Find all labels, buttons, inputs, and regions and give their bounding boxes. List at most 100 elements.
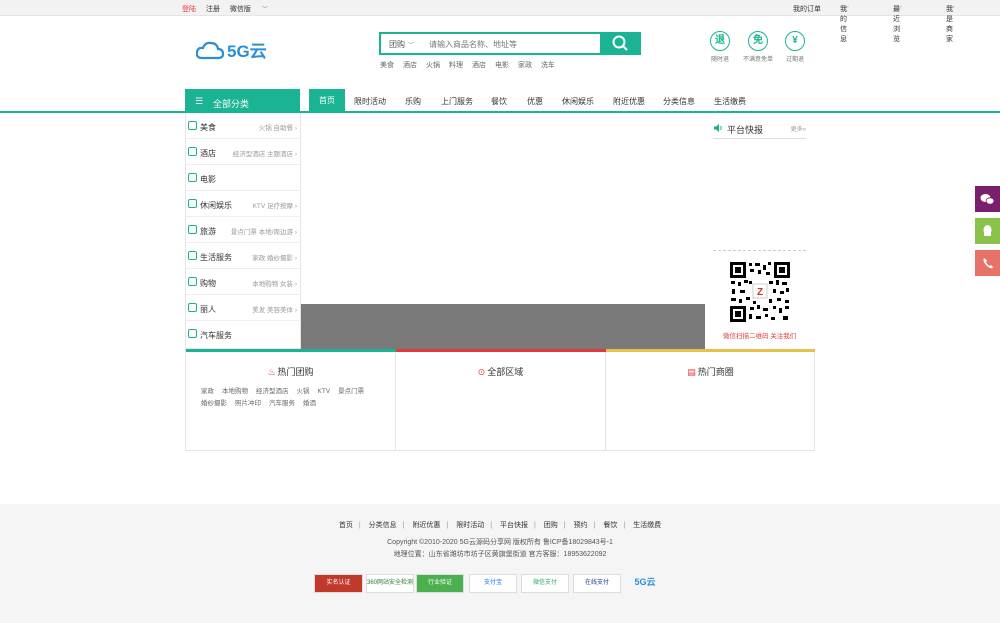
- car-icon: [188, 329, 197, 338]
- category-name: 汽车服务: [200, 331, 232, 340]
- phone-side-button[interactable]: [975, 250, 1000, 276]
- category-sub[interactable]: 经济型酒店 主题酒店 ›: [233, 148, 297, 158]
- tag-item[interactable]: 照片冲印: [235, 398, 261, 410]
- search-input[interactable]: 请输入商品名称、地址等: [429, 39, 517, 50]
- login-link[interactable]: 登陆: [182, 4, 196, 14]
- footer-link[interactable]: 团购: [544, 520, 558, 530]
- footer-link[interactable]: 餐饮: [603, 520, 617, 530]
- hot-groupbuy-box: ♨ 热门团购 家政 本地购物 经济型酒店 火锅 KTV 景点门票 婚纱摄影 照片冲印 汽车服务婚…: [186, 349, 396, 451]
- category-item[interactable]: 购物 本地购物 女装 ›: [186, 269, 301, 295]
- hot-search-item[interactable]: 电影: [495, 60, 509, 70]
- beauty-icon: [188, 303, 197, 312]
- category-sub[interactable]: 火锅 自助餐 ›: [259, 122, 297, 132]
- footer-link[interactable]: 预约: [574, 520, 588, 530]
- tag-item[interactable]: 家政: [201, 386, 214, 398]
- category-name: 旅游: [200, 227, 216, 236]
- register-link[interactable]: 注册: [206, 4, 220, 14]
- category-item[interactable]: 生活服务 家政 婚纱摄影 ›: [186, 243, 301, 269]
- category-item[interactable]: 休闲娱乐 KTV 足疗按摩 ›: [186, 191, 301, 217]
- tag-item[interactable]: 婚纱摄影: [201, 398, 227, 410]
- badge-wechatpay[interactable]: 微信支付: [521, 574, 569, 593]
- hot-search-item[interactable]: 酒店: [472, 60, 486, 70]
- hot-search-item[interactable]: 美食: [380, 60, 394, 70]
- badge-realname[interactable]: 实名认证: [314, 574, 363, 593]
- tag-item[interactable]: KTV: [318, 386, 331, 398]
- tag-item[interactable]: 汽车服务: [269, 398, 295, 410]
- category-sub[interactable]: KTV 足疗按摩 ›: [253, 200, 297, 210]
- nav-item[interactable]: 生活缴费: [714, 96, 746, 107]
- banner-image[interactable]: [301, 304, 705, 349]
- nav-item[interactable]: 上门服务: [441, 96, 473, 107]
- footer-link[interactable]: 附近优惠: [412, 520, 440, 530]
- wechat-version-link[interactable]: 微信版 ﹀: [230, 4, 276, 14]
- nav-item[interactable]: 附近优惠: [613, 96, 645, 107]
- svg-text:5G云: 5G云: [227, 42, 267, 61]
- footer-link[interactable]: 分类信息: [369, 520, 397, 530]
- tag-item[interactable]: 景点门票: [338, 386, 364, 398]
- hot-search-item[interactable]: 火锅: [426, 60, 440, 70]
- badge-unionpay[interactable]: 在线支付: [573, 574, 621, 593]
- box-accent-bar: [396, 349, 606, 352]
- svg-text:Z: Z: [757, 287, 763, 298]
- guarantee-label: 不满意免单: [742, 57, 773, 63]
- category-item[interactable]: 汽车服务: [186, 321, 301, 347]
- search-button[interactable]: [600, 32, 641, 55]
- search-type-select[interactable]: 团购 ﹀: [389, 39, 414, 50]
- my-orders-link[interactable]: 我的订单: [793, 4, 821, 14]
- tag-item[interactable]: 火锅: [297, 386, 310, 398]
- badge-5g-logo[interactable]: 5G云: [625, 574, 665, 593]
- guarantee-refund-anytime: 退 随时退: [700, 31, 740, 63]
- service-icon: [188, 251, 197, 260]
- yuan-icon: ¥: [785, 31, 805, 51]
- category-item[interactable]: 旅游 景点门票 本地/周边游 ›: [186, 217, 301, 243]
- category-list: 美食 火锅 自助餐 › 酒店 经济型酒店 主题酒店 › 电影 休闲娱乐 KTV 足疗按…: [185, 113, 301, 349]
- wechat-icon: [980, 194, 995, 205]
- category-item[interactable]: 酒店 经济型酒店 主题酒店 ›: [186, 139, 301, 165]
- hot-search-item[interactable]: 家政: [518, 60, 532, 70]
- nav-item[interactable]: 餐饮: [491, 96, 507, 107]
- category-sub[interactable]: 美发 美容美体 ›: [252, 304, 297, 314]
- site-logo[interactable]: 5G云: [195, 38, 286, 62]
- nav-item-home[interactable]: 首页: [309, 89, 345, 113]
- tag-item[interactable]: 婚酒: [303, 398, 316, 410]
- badge-industry[interactable]: 行业验证: [416, 574, 464, 593]
- tag-item[interactable]: 本地购物: [222, 386, 248, 398]
- nav-item[interactable]: 优惠: [527, 96, 543, 107]
- nav-item[interactable]: 分类信息: [663, 96, 695, 107]
- guarantee-expired-refund: ¥ 过期退: [775, 31, 815, 63]
- separator: |: [446, 522, 449, 529]
- hot-search-item[interactable]: 料理: [449, 60, 463, 70]
- category-item[interactable]: 电影: [186, 165, 301, 191]
- nav-item[interactable]: 限时活动: [354, 96, 386, 107]
- category-item[interactable]: 丽人 美发 美容美体 ›: [186, 295, 301, 321]
- guarantee-label: 随时退: [710, 57, 729, 63]
- chevron-down-icon: ﹀: [261, 7, 268, 13]
- tag-item[interactable]: 经济型酒店: [256, 386, 289, 398]
- search-type-label: 团购: [389, 40, 405, 49]
- qq-side-button[interactable]: [975, 218, 1000, 244]
- qr-caption: 微信扫描二维码 关注我们: [723, 333, 797, 340]
- nav-item[interactable]: 休闲娱乐: [562, 96, 594, 107]
- leisure-icon: [188, 199, 197, 208]
- category-name: 休闲娱乐: [200, 201, 232, 210]
- more-link[interactable]: 更多»: [791, 124, 806, 133]
- hot-shops-box: ▤ 热门商圈: [606, 349, 815, 451]
- wechat-side-button[interactable]: [975, 186, 1000, 212]
- nav-item[interactable]: 乐购: [405, 96, 421, 107]
- category-sub[interactable]: 景点门票 本地/周边游 ›: [231, 226, 297, 236]
- footer-link[interactable]: 平台快报: [500, 520, 528, 530]
- badge-alipay[interactable]: 支付宝: [469, 574, 517, 593]
- badge-360[interactable]: 360网站安全检测: [366, 574, 414, 593]
- chevron-down-icon: ﹀: [408, 43, 415, 49]
- footer-link[interactable]: 限时活动: [456, 520, 484, 530]
- footer-link[interactable]: 生活缴费: [633, 520, 661, 530]
- footer-link[interactable]: 首页: [339, 520, 353, 530]
- hot-search-item[interactable]: 酒店: [403, 60, 417, 70]
- category-sub[interactable]: 本地购物 女装 ›: [252, 278, 297, 288]
- category-item[interactable]: 美食 火锅 自助餐 ›: [186, 113, 301, 139]
- chevron-down-icon: ﹀: [949, 7, 956, 13]
- all-categories-button[interactable]: ☰ 全部分类: [185, 89, 300, 113]
- chevron-down-icon: ﹀: [896, 7, 903, 13]
- hot-search-item[interactable]: 洗车: [541, 60, 555, 70]
- category-sub[interactable]: 家政 婚纱摄影 ›: [252, 252, 297, 262]
